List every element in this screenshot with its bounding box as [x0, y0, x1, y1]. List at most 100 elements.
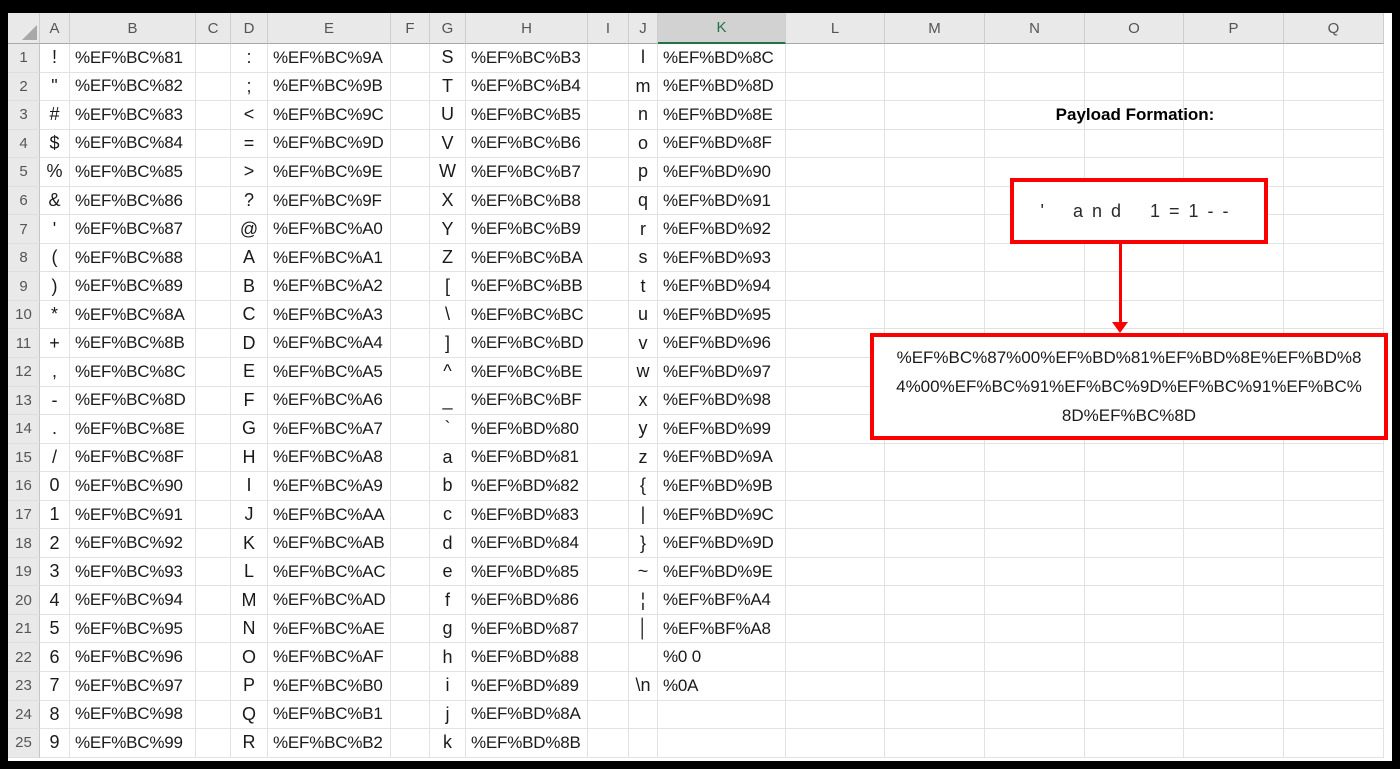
cell-L7[interactable] — [786, 215, 885, 244]
cell-Q4[interactable] — [1284, 129, 1384, 159]
cell-J8[interactable]: s — [629, 243, 658, 273]
cell-A12[interactable]: , — [40, 358, 70, 387]
row-header-19[interactable]: 19 — [8, 557, 40, 587]
cell-I9[interactable] — [588, 272, 629, 301]
cell-N17[interactable] — [985, 500, 1085, 530]
cell-M15[interactable] — [885, 443, 985, 473]
cell-F18[interactable] — [391, 529, 430, 558]
cell-I7[interactable] — [588, 215, 629, 244]
cell-A23[interactable]: 7 — [40, 672, 70, 701]
cell-C20[interactable] — [196, 586, 231, 615]
column-header-I[interactable]: I — [588, 13, 629, 44]
cell-N16[interactable] — [985, 472, 1085, 501]
cell-A17[interactable]: 1 — [40, 500, 70, 530]
cell-O2[interactable] — [1085, 72, 1184, 102]
cell-E21[interactable]: %EF%BC%AE — [268, 614, 391, 644]
payload-input-box[interactable]: ' and 1=1-- — [1010, 178, 1268, 244]
cell-C1[interactable] — [196, 44, 231, 73]
cell-H19[interactable]: %EF%BD%85 — [466, 557, 588, 587]
cell-A7[interactable]: ' — [40, 215, 70, 244]
cell-O10[interactable] — [1085, 300, 1184, 330]
cell-L15[interactable] — [786, 443, 885, 473]
row-header-6[interactable]: 6 — [8, 186, 40, 216]
cell-J17[interactable]: | — [629, 500, 658, 530]
cell-J7[interactable]: r — [629, 215, 658, 244]
cell-F6[interactable] — [391, 186, 430, 216]
cell-A24[interactable]: 8 — [40, 700, 70, 730]
cell-J12[interactable]: w — [629, 358, 658, 387]
cell-B10[interactable]: %EF%BC%8A — [70, 300, 196, 330]
cell-Q8[interactable] — [1284, 243, 1384, 273]
cell-M24[interactable] — [885, 700, 985, 730]
cell-O4[interactable] — [1085, 129, 1184, 159]
cell-P24[interactable] — [1184, 700, 1284, 730]
cell-A9[interactable]: ) — [40, 272, 70, 301]
cell-O25[interactable] — [1085, 729, 1184, 758]
cell-A2[interactable]: " — [40, 72, 70, 102]
cell-F16[interactable] — [391, 472, 430, 501]
cell-I6[interactable] — [588, 186, 629, 216]
cell-D23[interactable]: P — [231, 672, 268, 701]
cell-L10[interactable] — [786, 300, 885, 330]
cell-D1[interactable]: : — [231, 44, 268, 73]
cell-L18[interactable] — [786, 529, 885, 558]
cell-Q19[interactable] — [1284, 557, 1384, 587]
cell-I14[interactable] — [588, 415, 629, 444]
cell-G24[interactable]: j — [430, 700, 466, 730]
cell-E19[interactable]: %EF%BC%AC — [268, 557, 391, 587]
cell-C12[interactable] — [196, 358, 231, 387]
cell-E15[interactable]: %EF%BC%A8 — [268, 443, 391, 473]
cell-L17[interactable] — [786, 500, 885, 530]
cell-N20[interactable] — [985, 586, 1085, 615]
cell-B19[interactable]: %EF%BC%93 — [70, 557, 196, 587]
cell-E25[interactable]: %EF%BC%B2 — [268, 729, 391, 758]
cell-Q2[interactable] — [1284, 72, 1384, 102]
cell-B15[interactable]: %EF%BC%8F — [70, 443, 196, 473]
cell-K5[interactable]: %EF%BD%90 — [658, 158, 786, 187]
cell-Q17[interactable] — [1284, 500, 1384, 530]
cell-I1[interactable] — [588, 44, 629, 73]
cell-D15[interactable]: H — [231, 443, 268, 473]
cell-G3[interactable]: U — [430, 101, 466, 130]
cell-F21[interactable] — [391, 614, 430, 644]
cell-D3[interactable]: < — [231, 101, 268, 130]
cell-E6[interactable]: %EF%BC%9F — [268, 186, 391, 216]
row-header-14[interactable]: 14 — [8, 415, 40, 444]
cell-P25[interactable] — [1184, 729, 1284, 758]
cell-O17[interactable] — [1085, 500, 1184, 530]
cell-P21[interactable] — [1184, 614, 1284, 644]
cell-H14[interactable]: %EF%BD%80 — [466, 415, 588, 444]
cell-A5[interactable]: % — [40, 158, 70, 187]
cell-B21[interactable]: %EF%BC%95 — [70, 614, 196, 644]
cell-F15[interactable] — [391, 443, 430, 473]
cell-D25[interactable]: R — [231, 729, 268, 758]
cell-Q1[interactable] — [1284, 44, 1384, 73]
row-header-9[interactable]: 9 — [8, 272, 40, 301]
cell-Q7[interactable] — [1284, 215, 1384, 244]
cell-A18[interactable]: 2 — [40, 529, 70, 558]
cell-H9[interactable]: %EF%BC%BB — [466, 272, 588, 301]
cell-D2[interactable]: ; — [231, 72, 268, 102]
cell-K20[interactable]: %EF%BF%A4 — [658, 586, 786, 615]
cell-E13[interactable]: %EF%BC%A6 — [268, 386, 391, 416]
cell-O1[interactable] — [1085, 44, 1184, 73]
cell-E20[interactable]: %EF%BC%AD — [268, 586, 391, 615]
cell-J14[interactable]: y — [629, 415, 658, 444]
cell-D10[interactable]: C — [231, 300, 268, 330]
cell-D12[interactable]: E — [231, 358, 268, 387]
cell-N2[interactable] — [985, 72, 1085, 102]
cell-F3[interactable] — [391, 101, 430, 130]
cell-B8[interactable]: %EF%BC%88 — [70, 243, 196, 273]
cell-A8[interactable]: ( — [40, 243, 70, 273]
cell-C21[interactable] — [196, 614, 231, 644]
cell-B6[interactable]: %EF%BC%86 — [70, 186, 196, 216]
cell-F1[interactable] — [391, 44, 430, 73]
cell-D22[interactable]: O — [231, 643, 268, 673]
cell-L8[interactable] — [786, 243, 885, 273]
cell-F9[interactable] — [391, 272, 430, 301]
row-header-20[interactable]: 20 — [8, 586, 40, 615]
cell-B18[interactable]: %EF%BC%92 — [70, 529, 196, 558]
cell-H18[interactable]: %EF%BD%84 — [466, 529, 588, 558]
row-header-23[interactable]: 23 — [8, 672, 40, 701]
cell-J11[interactable]: v — [629, 329, 658, 359]
